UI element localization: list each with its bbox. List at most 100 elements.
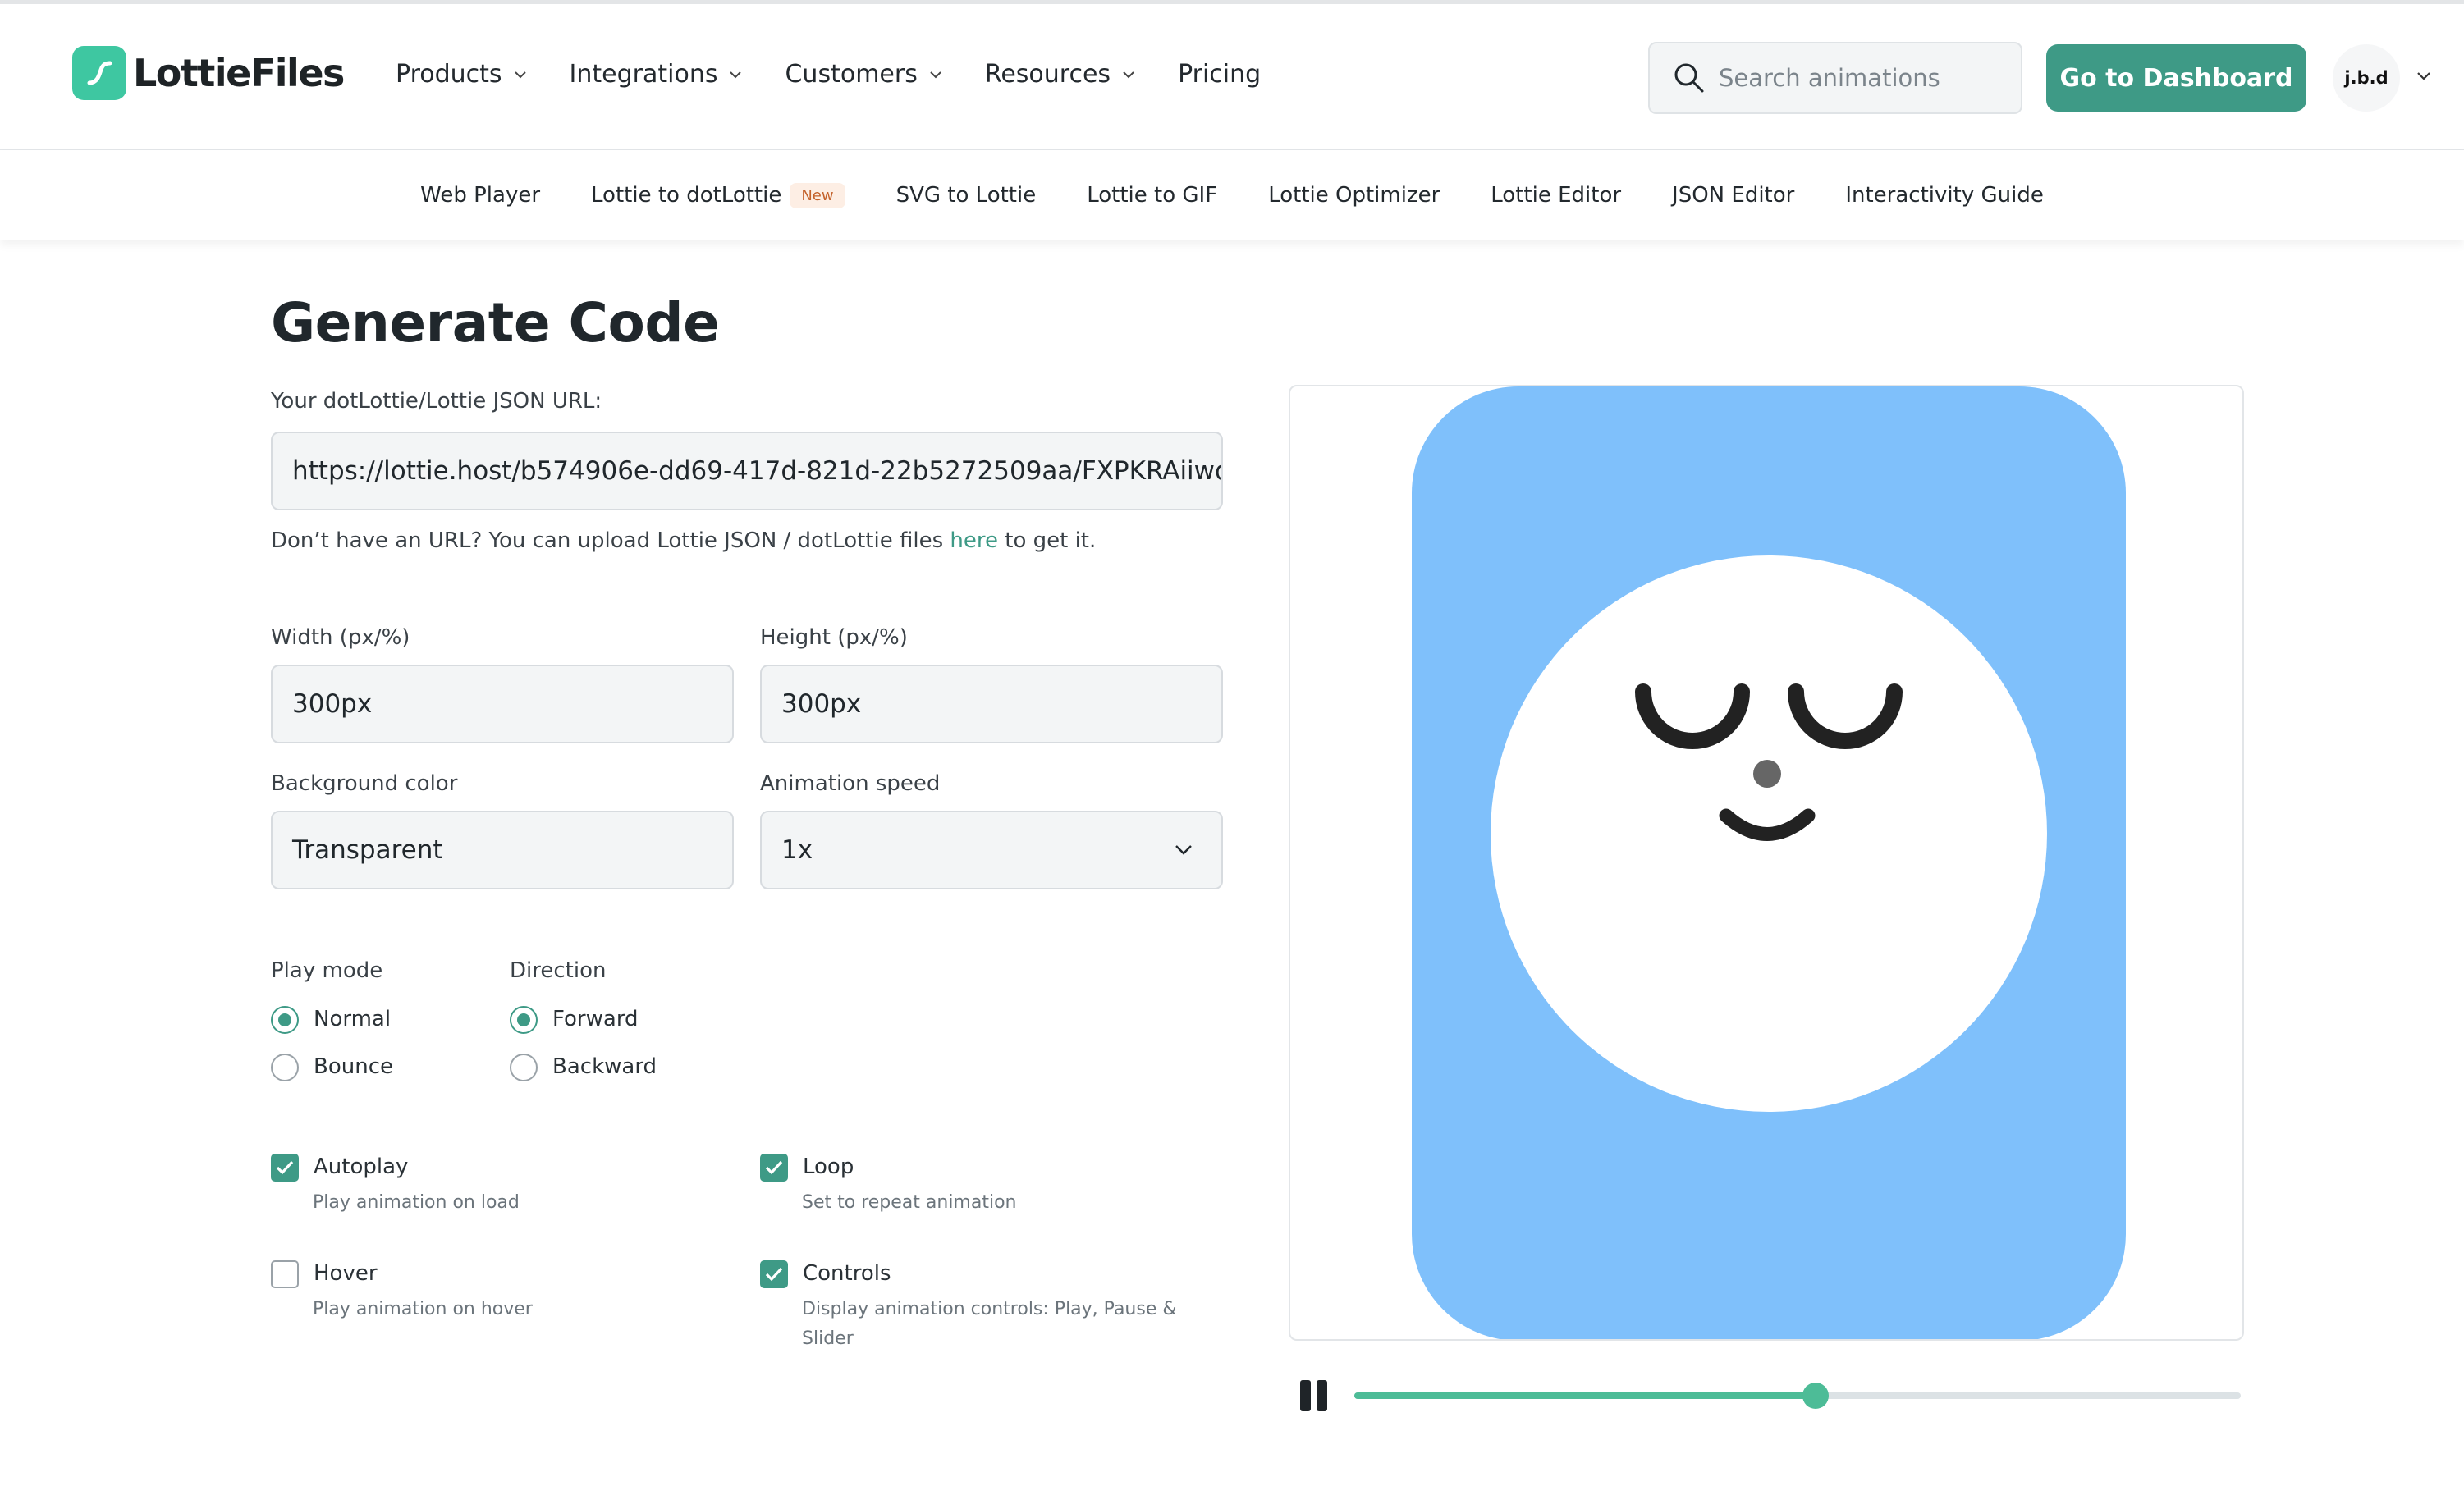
tools-subnav: Web Player Lottie to dotLottie New SVG t… [0,150,2464,240]
animation-canvas [1412,386,2126,1339]
controls-description-line1: Display animation controls: Play, Pause … [802,1299,1177,1319]
chevron-down-icon [514,71,526,78]
hover-description: Play animation on hover [313,1299,533,1319]
autoplay-description: Play animation on load [313,1192,520,1213]
pause-icon-bar [1317,1380,1327,1411]
width-input[interactable]: 300px [271,665,734,743]
direction-forward-radio[interactable] [510,1006,538,1034]
nav-label: Resources [984,60,1111,89]
subnav-lottie-to-gif[interactable]: Lottie to GIF [1087,183,1217,208]
nav-label: Pricing [1178,60,1262,89]
check-icon [765,1267,783,1282]
new-badge: New [790,182,845,208]
face-circle [1491,555,2047,1112]
loop-checkbox[interactable] [760,1154,788,1182]
go-to-dashboard-button[interactable]: Go to Dashboard [2046,44,2306,112]
loop-label: Loop [803,1154,854,1179]
url-value: https://lottie.host/b574906e-dd69-417d-8… [292,456,1223,486]
loop-description: Set to repeat animation [802,1192,1017,1213]
nav-integrations[interactable]: Integrations [570,60,743,89]
background-color-label: Background color [271,771,458,796]
background-color-value: Transparent [292,835,443,865]
lottiefiles-logo-icon [72,46,126,100]
width-label: Width (px/%) [271,625,410,650]
subnav-label: Lottie Editor [1491,183,1622,208]
nav-label: Integrations [569,60,718,89]
url-input[interactable]: https://lottie.host/b574906e-dd69-417d-8… [271,432,1223,510]
logo[interactable]: LottieFiles [72,46,345,100]
play-mode-label: Play mode [271,958,383,983]
autoplay-checkbox[interactable] [271,1154,299,1182]
direction-forward-label: Forward [552,1007,639,1031]
background-color-input[interactable]: Transparent [271,811,734,889]
nav-products[interactable]: Products [396,60,527,89]
play-mode-bounce-radio[interactable] [271,1054,299,1081]
subnav-label: Web Player [420,183,541,208]
controls-checkbox[interactable] [760,1260,788,1288]
subnav-label: Interactivity Guide [1845,183,2044,208]
chevron-down-icon [1123,71,1134,78]
nav-label: Customers [785,60,918,89]
width-value: 300px [292,689,373,719]
subnav-lottie-optimizer[interactable]: Lottie Optimizer [1268,183,1440,208]
subnav-interactivity-guide[interactable]: Interactivity Guide [1845,183,2043,208]
subnav-lottie-to-dotlottie[interactable]: Lottie to dotLottie New [591,182,845,208]
play-mode-normal-radio[interactable] [271,1006,299,1034]
chevron-down-icon [930,71,941,78]
direction-backward-radio[interactable] [510,1054,538,1081]
sleeping-face-illustration [1635,683,1903,841]
subnav-json-editor[interactable]: JSON Editor [1672,183,1794,208]
chevron-down-icon [730,71,742,78]
page-title: Generate Code [271,291,720,354]
subnav-label: Lottie to dotLottie [591,183,782,208]
nav-label: Products [396,60,502,89]
upload-help-text: Don’t have an URL? You can upload Lottie… [271,528,1096,553]
progress-slider[interactable] [1354,1383,2241,1409]
direction-backward-label: Backward [552,1054,657,1079]
direction-label: Direction [510,958,607,983]
avatar[interactable]: j.b.d [2333,44,2400,112]
play-mode-bounce-label: Bounce [314,1054,393,1079]
main-nav: Products Integrations Customers Resource… [396,60,1303,89]
nav-resources[interactable]: Resources [985,60,1135,89]
pause-button[interactable] [1297,1380,1331,1413]
search-icon [1674,63,1704,93]
chevron-down-icon [1175,845,1192,855]
pause-icon-bar [1300,1380,1311,1411]
nav-customers[interactable]: Customers [785,60,941,89]
search-box[interactable] [1648,42,2022,114]
player-controls [1297,1370,2249,1420]
height-input[interactable]: 300px [760,665,1223,743]
subnav-label: Lottie to GIF [1087,183,1218,208]
animation-preview [1289,385,2244,1341]
subnav-web-player[interactable]: Web Player [420,183,540,208]
nav-pricing[interactable]: Pricing [1178,60,1261,89]
subnav-label: JSON Editor [1672,183,1795,208]
height-label: Height (px/%) [760,625,908,650]
header: LottieFiles Products Integrations Custom… [0,4,2464,150]
animation-speed-select[interactable]: 1x [760,811,1223,889]
animation-speed-value: 1x [781,835,813,865]
hover-label: Hover [314,1261,378,1286]
subnav-svg-to-lottie[interactable]: SVG to Lottie [896,183,1037,208]
upload-here-link[interactable]: here [950,528,998,553]
check-icon [765,1160,783,1175]
subnav-label: Lottie Optimizer [1268,183,1440,208]
check-icon [276,1160,294,1175]
play-mode-normal-label: Normal [314,1007,392,1031]
upload-help-prefix: Don’t have an URL? You can upload Lottie… [271,528,950,553]
controls-label: Controls [803,1261,891,1286]
subnav-lottie-editor[interactable]: Lottie Editor [1491,183,1621,208]
url-label: Your dotLottie/Lottie JSON URL: [271,389,602,414]
hover-checkbox[interactable] [271,1260,299,1288]
logo-text: LottieFiles [133,51,345,95]
chevron-down-icon[interactable] [2416,71,2431,81]
subnav-label: SVG to Lottie [895,183,1037,208]
animation-speed-label: Animation speed [760,771,941,796]
progress-thumb[interactable] [1802,1383,1829,1409]
controls-description-line2: Slider [802,1328,854,1349]
search-input[interactable] [1719,64,2014,92]
progress-fill [1354,1392,1816,1399]
upload-help-suffix: to get it. [997,528,1097,553]
autoplay-label: Autoplay [314,1154,409,1179]
